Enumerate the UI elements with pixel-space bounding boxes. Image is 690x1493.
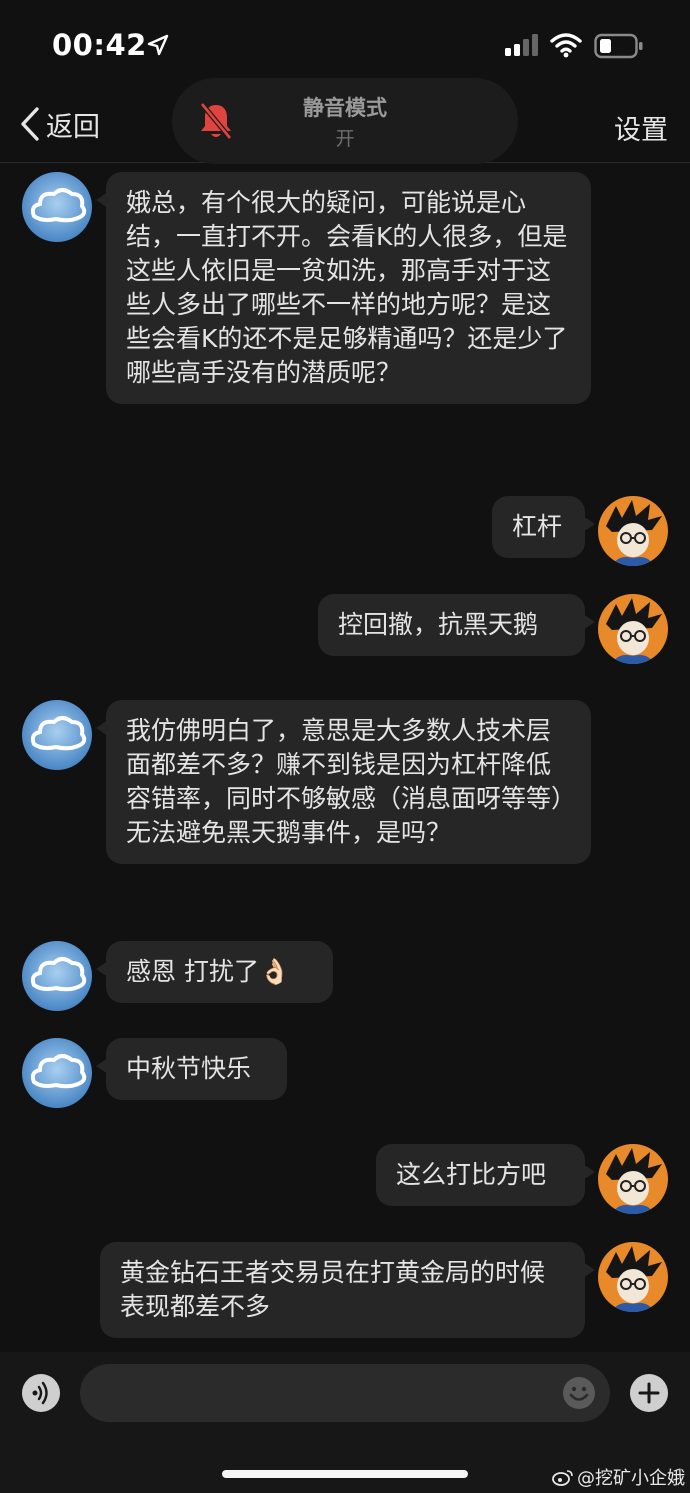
goku-avatar-icon (598, 1242, 668, 1312)
message-text: 这么打比方吧 (396, 1160, 547, 1189)
contact-avatar[interactable] (22, 172, 92, 242)
wifi-icon (550, 33, 582, 58)
mute-mode-title: 静音模式 (303, 96, 387, 120)
plus-icon (638, 1382, 660, 1404)
status-bar: 00:42 (0, 0, 690, 90)
cloud-avatar-icon (22, 172, 92, 242)
message-bubble: 黄金钻石王者交易员在打黄金局的时候表现都差不多 (100, 1242, 595, 1338)
cloud-avatar-icon (22, 1038, 92, 1108)
add-button[interactable] (630, 1374, 668, 1412)
input-bar: @挖矿小企娥 (0, 1352, 690, 1493)
message-text: 中秋节快乐 (126, 1054, 252, 1083)
contact-avatar[interactable] (22, 941, 92, 1011)
weibo-logo-icon (552, 1470, 573, 1486)
user-avatar[interactable] (598, 1242, 668, 1312)
message-text: 娥总，有个很大的疑问，可能说是心结，一直打不开。会看K的人很多，但是这些人依旧是… (126, 188, 568, 387)
back-label: 返回 (46, 111, 100, 143)
voice-button[interactable] (22, 1374, 60, 1412)
contact-avatar[interactable] (22, 1038, 92, 1108)
user-avatar[interactable] (598, 1144, 668, 1214)
mute-mode-state: 开 (335, 128, 355, 150)
message-bubble: 这么打比方吧 (376, 1144, 595, 1206)
message-bubble: 控回撤，抗黑天鹅 (318, 594, 595, 656)
status-time: 00:42 (52, 28, 147, 62)
contact-avatar[interactable] (22, 700, 92, 770)
message-bubble: 感恩 打扰了👌🏻 (96, 941, 333, 1003)
message-text: 黄金钻石王者交易员在打黄金局的时候表现都差不多 (120, 1258, 546, 1321)
watermark-text: @挖矿小企娥 (577, 1468, 685, 1489)
goku-avatar-icon (598, 1144, 668, 1214)
chevron-left-icon (21, 107, 39, 141)
battery-icon (594, 33, 643, 59)
cloud-avatar-icon (22, 700, 92, 770)
location-arrow-icon (147, 34, 169, 56)
message-bubble: 杠杆 (492, 496, 595, 558)
goku-avatar-icon (598, 594, 668, 664)
cellular-signal-icon (505, 34, 538, 56)
message-bubble: 中秋节快乐 (96, 1038, 287, 1100)
settings-button[interactable]: 设置 (614, 108, 668, 147)
home-indicator (222, 1470, 468, 1478)
message-text: 杠杆 (512, 512, 563, 541)
message-bubble: 娥总，有个很大的疑问，可能说是心结，一直打不开。会看K的人很多，但是这些人依旧是… (96, 172, 591, 404)
voice-wave-icon (32, 1381, 48, 1405)
watermark: @挖矿小企娥 (552, 1464, 685, 1490)
message-input[interactable] (80, 1364, 610, 1422)
message-text: 感恩 打扰了👌🏻 (126, 957, 291, 986)
back-button[interactable]: 返回 (18, 104, 100, 144)
cloud-avatar-icon (22, 941, 92, 1011)
emoji-icon[interactable] (562, 1376, 596, 1410)
user-avatar[interactable] (598, 594, 668, 664)
user-avatar[interactable] (598, 496, 668, 566)
goku-avatar-icon (598, 496, 668, 566)
message-text: 我仿佛明白了，意思是大多数人技术层面都差不多？赚不到钱是因为杠杆降低容错率，同时… (126, 716, 564, 847)
message-bubble: 我仿佛明白了，意思是大多数人技术层面都差不多？赚不到钱是因为杠杆降低容错率，同时… (96, 700, 591, 864)
mute-mode-banner: 静音模式 开 (172, 78, 518, 164)
message-text: 控回撤，抗黑天鹅 (338, 610, 539, 639)
